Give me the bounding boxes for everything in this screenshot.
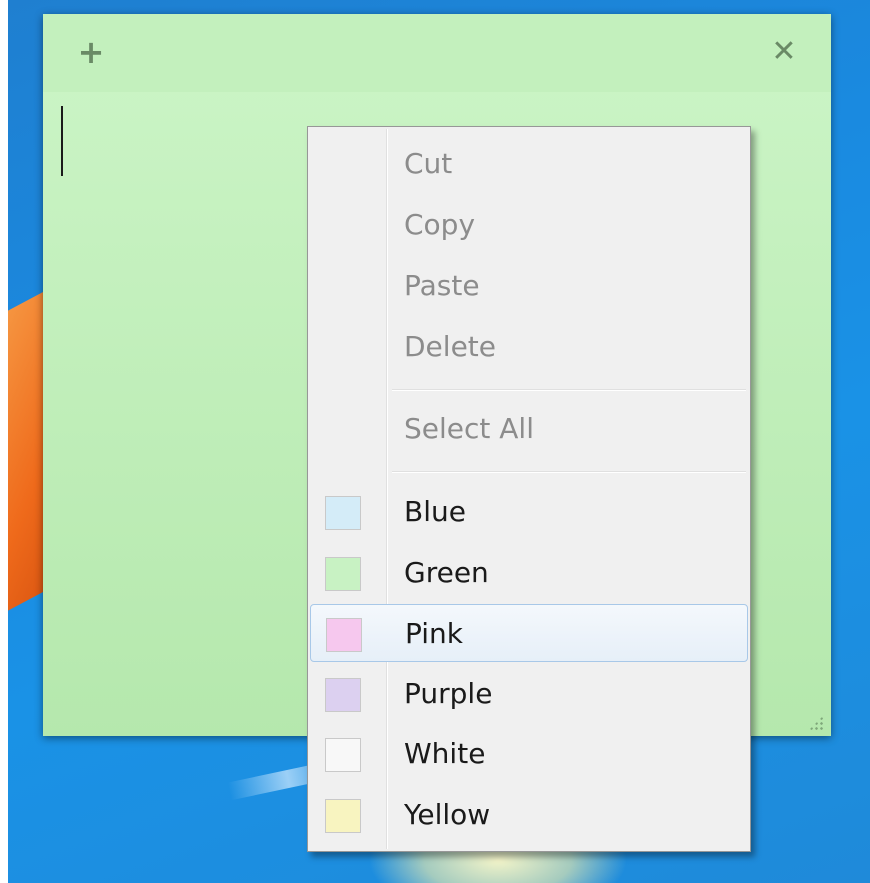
menu-item-blue[interactable]: Blue xyxy=(310,483,748,541)
menu-item-label: Pink xyxy=(405,617,464,650)
menu-item-cut[interactable]: Cut xyxy=(310,135,748,193)
menu-separator xyxy=(392,471,746,473)
resize-grip-icon[interactable] xyxy=(809,716,823,730)
menu-item-label: Select All xyxy=(404,412,534,445)
menu-item-label: Delete xyxy=(404,330,496,363)
menu-item-label: Blue xyxy=(404,495,466,528)
menu-item-label: Green xyxy=(404,556,489,589)
menu-item-delete[interactable]: Delete xyxy=(310,318,748,376)
color-swatch-white xyxy=(325,738,361,772)
sticky-note-header[interactable]: + ✕ xyxy=(43,14,831,92)
menu-item-label: Purple xyxy=(404,677,493,710)
text-caret xyxy=(61,106,63,176)
menu-item-paste[interactable]: Paste xyxy=(310,257,748,315)
menu-item-label: Yellow xyxy=(404,798,491,831)
menu-item-label: White xyxy=(404,737,486,770)
menu-separator xyxy=(392,389,746,391)
color-swatch-purple xyxy=(325,678,361,712)
menu-item-label: Cut xyxy=(404,147,453,180)
menu-item-copy[interactable]: Copy xyxy=(310,196,748,254)
color-swatch-pink xyxy=(326,618,362,652)
close-icon[interactable]: ✕ xyxy=(770,34,798,70)
plus-icon[interactable]: + xyxy=(77,34,105,70)
context-menu: Cut Copy Paste Delete Select All Blue Gr… xyxy=(307,126,751,852)
color-swatch-yellow xyxy=(325,799,361,833)
menu-item-label: Copy xyxy=(404,208,476,241)
menu-item-yellow[interactable]: Yellow xyxy=(310,786,748,844)
color-swatch-green xyxy=(325,557,361,591)
menu-item-green[interactable]: Green xyxy=(310,544,748,602)
color-swatch-blue xyxy=(325,496,361,530)
menu-item-pink[interactable]: Pink xyxy=(310,604,748,662)
menu-item-white[interactable]: White xyxy=(310,725,748,783)
menu-item-purple[interactable]: Purple xyxy=(310,665,748,723)
menu-item-select-all[interactable]: Select All xyxy=(310,400,748,458)
menu-item-label: Paste xyxy=(404,269,480,302)
